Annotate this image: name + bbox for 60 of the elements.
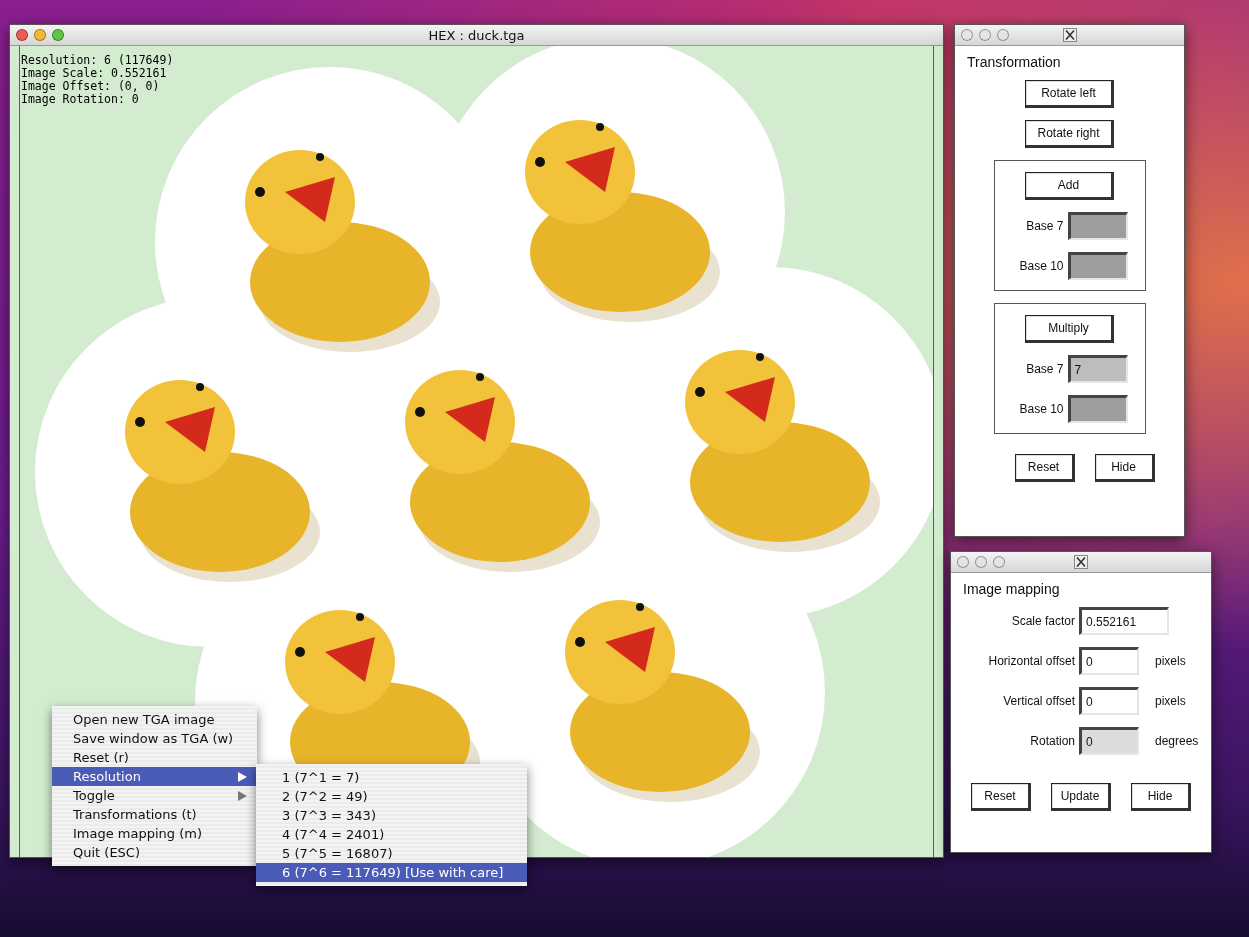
menu-item[interactable]: Quit (ESC) [52,843,257,862]
operation-button[interactable]: Multiply [1025,315,1114,343]
unit-label: pixels [1155,654,1186,668]
menu-item[interactable]: 4 (7^4 = 2401) [256,825,527,844]
x-window-icon [1062,28,1077,42]
field-label: Horizontal offset [987,654,1075,668]
close-button[interactable] [957,556,969,568]
value-input[interactable]: 0 [1079,727,1139,755]
field-label: Scale factor [1010,614,1075,628]
x-window-icon [1074,555,1088,569]
menu-item[interactable]: Transformations (t) [52,805,257,824]
minimize-button[interactable] [34,29,46,41]
info-text: Resolution: 6 (117649) [21,54,174,67]
number-input[interactable] [1067,252,1128,280]
info-text: Image Rotation: 0 [21,93,140,106]
footer-button[interactable]: Hide [1131,783,1191,811]
menu-item[interactable]: Toggle [52,786,257,805]
operation-button[interactable]: Add [1025,172,1114,200]
menu-item[interactable]: Save window as TGA (w) [52,729,257,748]
field-label: Base 10 [1018,402,1064,416]
field-label: Base 7 [1025,362,1064,376]
value-input[interactable]: 0 [1079,687,1139,715]
menu-item[interactable]: 3 (7^3 = 343) [256,806,527,825]
minimize-button[interactable] [979,29,991,41]
value-input[interactable]: 0 [1079,647,1139,675]
menu-item[interactable]: 5 (7^5 = 16807) [256,844,527,863]
number-input[interactable]: 7 [1067,355,1128,383]
panel-heading: Image mapping [963,581,1060,597]
field-label: Base 7 [1025,219,1064,233]
number-input[interactable] [1067,395,1128,423]
footer-button[interactable]: Reset [1014,454,1075,482]
info-text: Image Offset: (0, 0) [21,80,161,93]
close-button[interactable] [961,29,973,41]
menu-item[interactable]: 1 (7^1 = 7) [256,768,527,787]
menu-item[interactable]: Reset (r) [52,748,257,767]
field-label: Base 10 [1018,259,1064,273]
minimize-button[interactable] [975,556,987,568]
zoom-button[interactable] [52,29,64,41]
footer-button[interactable]: Reset [971,783,1031,811]
rotate-button[interactable]: Rotate right [1025,120,1114,148]
menu-item[interactable]: Image mapping (m) [52,824,257,843]
field-label: Rotation [1029,734,1075,748]
info-text: Image Scale: 0.552161 [21,67,168,80]
close-button[interactable] [16,29,28,41]
zoom-button[interactable] [997,29,1009,41]
rotate-button[interactable]: Rotate left [1025,80,1114,108]
menu-item[interactable]: Resolution [52,767,257,786]
footer-button[interactable]: Update [1051,783,1111,811]
unit-label: degrees [1155,734,1199,748]
unit-label: pixels [1155,694,1186,708]
zoom-button[interactable] [993,556,1005,568]
menu-item[interactable]: 6 (7^6 = 117649) [Use with care] [256,863,527,882]
window-title: HEX : duck.tga [428,27,525,43]
value-input[interactable]: 0.552161 [1079,607,1169,635]
panel-heading: Transformation [967,54,1061,70]
field-label: Vertical offset [1002,694,1075,708]
footer-button[interactable]: Hide [1094,454,1155,482]
menu-item[interactable]: 2 (7^2 = 49) [256,787,527,806]
menu-item[interactable]: Open new TGA image [52,710,257,729]
number-input[interactable] [1067,212,1128,240]
